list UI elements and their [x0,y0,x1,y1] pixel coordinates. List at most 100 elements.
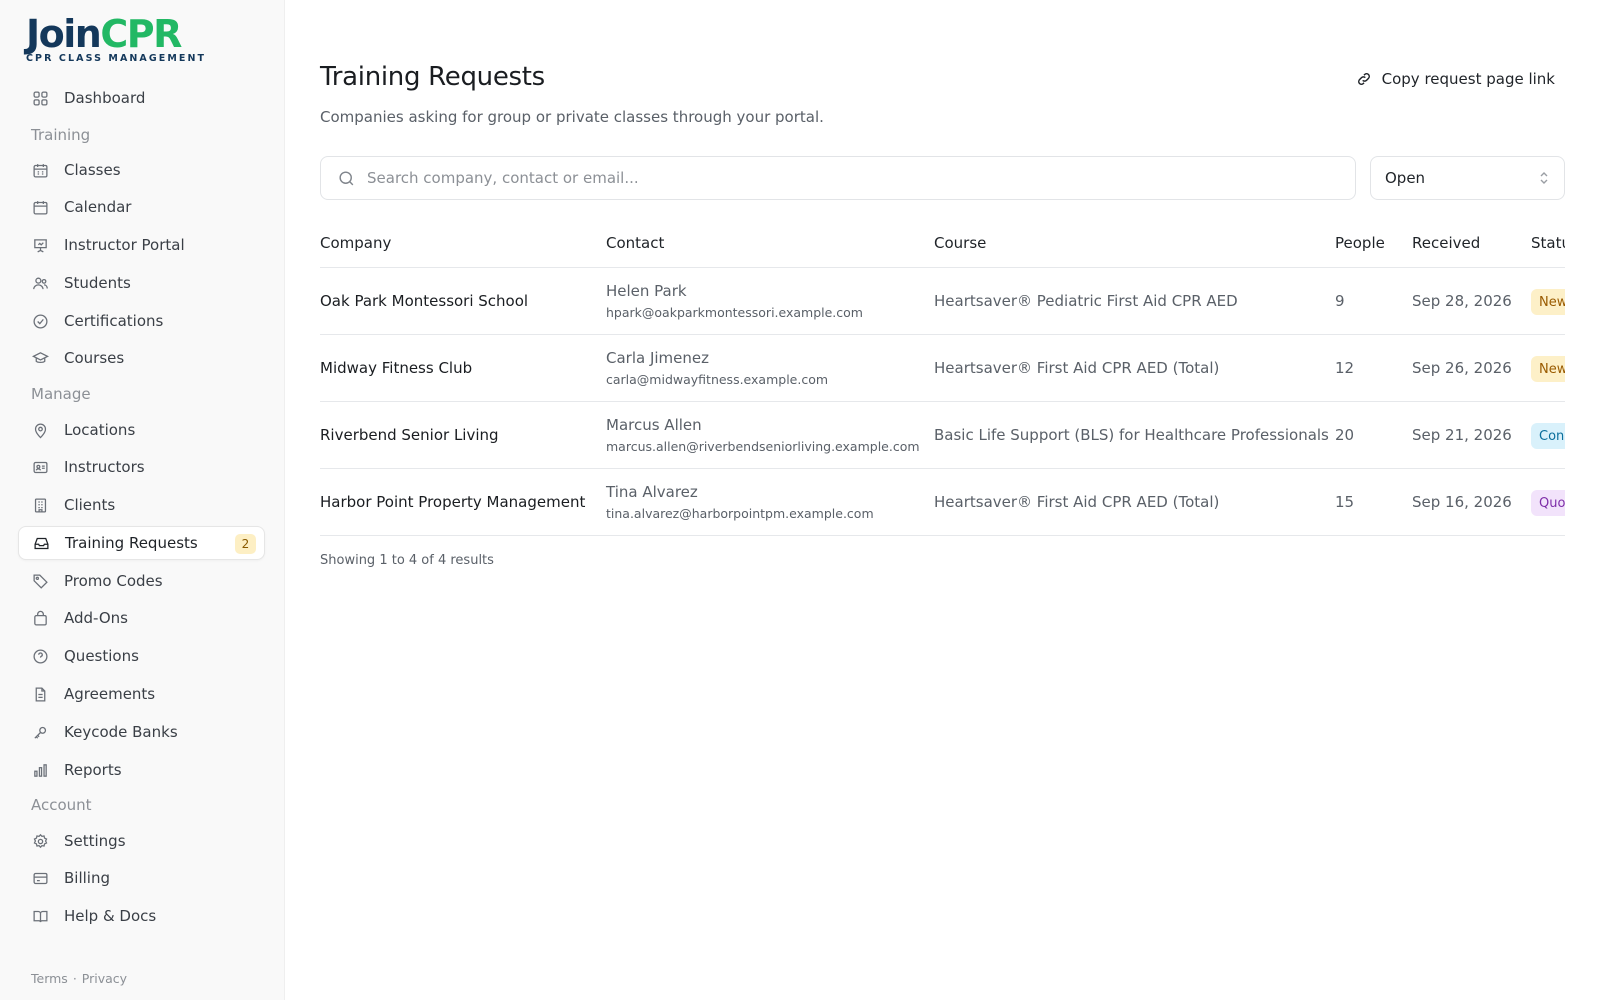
graduation-cap-icon [31,349,49,367]
contact-email: carla@midwayfitness.example.com [606,372,829,387]
course-name: Heartsaver® First Aid CPR AED (Total) [934,493,1220,511]
column-header-received[interactable]: Received [1412,234,1480,252]
calendar-icon [31,198,49,216]
company-name: Harbor Point Property Management [320,493,586,511]
credit-card-icon [31,869,49,887]
shopping-bag-icon [31,609,49,627]
key-icon [31,723,49,741]
map-pin-icon [31,421,49,439]
sidebar-item-label: Dashboard [64,89,146,107]
contact-name: Carla Jimenez [606,349,710,367]
table-row[interactable]: Midway Fitness Club Carla Jimenez carla@… [320,335,1565,402]
sidebar-item-help-docs[interactable]: Help & Docs [18,899,265,933]
contact-name: Tina Alvarez [606,483,698,501]
sidebar-item-instructor-portal[interactable]: Instructor Portal [18,228,265,262]
sidebar-item-label: Agreements [64,685,156,703]
sidebar-item-settings[interactable]: Settings [18,824,265,858]
people-count: 9 [1335,292,1345,310]
sidebar-item-training-requests[interactable]: Training Requests 2 [18,526,265,560]
sidebar-item-dashboard[interactable]: Dashboard [18,81,265,115]
company-name: Midway Fitness Club [320,359,473,377]
logo[interactable]: JoinCPR CPR CLASS MANAGEMENT [26,12,216,64]
link-icon [1357,73,1370,85]
privacy-link[interactable]: Privacy [82,971,127,986]
table-row[interactable]: Harbor Point Property Management Tina Al… [320,469,1565,536]
sidebar-item-courses[interactable]: Courses [18,341,265,375]
sidebar-item-keycode-banks[interactable]: Keycode Banks [18,715,265,749]
sidebar-item-label: Classes [64,161,121,179]
sidebar-item-promo-codes[interactable]: Promo Codes [18,564,265,598]
sidebar-item-add-ons[interactable]: Add-Ons [18,601,265,635]
page-title: Training Requests [320,62,545,92]
separator: · [72,971,77,986]
file-icon [31,685,49,703]
presentation-icon [31,236,49,254]
sidebar-item-label: Add-Ons [64,609,128,627]
people-count: 12 [1335,359,1355,377]
status-badge: Con [1531,423,1565,449]
sidebar-item-students[interactable]: Students [18,266,265,300]
book-icon [31,907,49,925]
table-row[interactable]: Riverbend Senior Living Marcus Allen mar… [320,402,1565,469]
sidebar-item-label: Certifications [64,312,164,330]
sidebar-item-label: Billing [64,869,110,887]
sidebar-item-label: Reports [64,761,122,779]
sidebar-item-questions[interactable]: Questions [18,639,265,673]
column-header-people[interactable]: People [1335,234,1385,252]
status-filter-select[interactable]: Open [1370,156,1565,200]
status-badge: New [1531,289,1565,315]
check-circle-icon [31,312,49,330]
course-name: Heartsaver® Pediatric First Aid CPR AED [934,292,1238,310]
sidebar-item-label: Instructor Portal [64,236,185,254]
people-count: 20 [1335,426,1355,444]
received-date: Sep 26, 2026 [1412,359,1512,377]
sidebar-item-label: Clients [64,496,116,514]
sidebar-item-reports[interactable]: Reports [18,753,265,787]
contact-name: Marcus Allen [606,416,702,434]
results-summary: Showing 1 to 4 of 4 results [320,553,494,568]
sidebar-item-billing[interactable]: Billing [18,861,265,895]
contact-email: tina.alvarez@harborpointpm.example.com [606,506,874,521]
sidebar-item-calendar[interactable]: Calendar [18,190,265,224]
sidebar-item-agreements[interactable]: Agreements [18,677,265,711]
sidebar-item-label: Locations [64,421,136,439]
bar-chart-icon [31,761,49,779]
sidebar-item-instructors[interactable]: Instructors [18,450,265,484]
sidebar-item-label: Help & Docs [64,907,157,925]
people-count: 15 [1335,493,1355,511]
sidebar-section-manage: Manage [31,385,91,403]
sidebar-item-locations[interactable]: Locations [18,413,265,447]
search-icon [339,170,354,185]
sidebar-item-label: Questions [64,647,139,665]
help-circle-icon [31,647,49,665]
status-badge: New [1531,356,1565,382]
sidebar-item-clients[interactable]: Clients [18,488,265,522]
count-badge: 2 [235,534,256,554]
copy-request-link-button[interactable]: Copy request page link [1356,70,1555,88]
column-header-course[interactable]: Course [934,234,986,252]
sidebar-item-label: Instructors [64,458,145,476]
sidebar-item-certifications[interactable]: Certifications [18,304,265,338]
company-name: Riverbend Senior Living [320,426,499,444]
sidebar-item-label: Promo Codes [64,572,163,590]
table-row[interactable]: Oak Park Montessori School Helen Park hp… [320,268,1565,335]
page-subtitle: Companies asking for group or private cl… [320,108,824,126]
chevron-up-down-icon [1540,172,1548,184]
logo-wordmark: JoinCPR [26,12,182,56]
column-header-status[interactable]: Status [1531,234,1565,252]
users-icon [31,274,49,292]
terms-link[interactable]: Terms [31,971,68,986]
sidebar-footer: Terms · Privacy [31,971,127,986]
building-icon [31,496,49,514]
column-header-contact[interactable]: Contact [606,234,664,252]
column-header-company[interactable]: Company [320,234,391,252]
search-input[interactable] [367,169,1267,187]
id-card-icon [31,458,49,476]
calendar-grid-icon [31,161,49,179]
tag-icon [31,572,49,590]
search-box [320,156,1356,200]
sidebar-item-label: Keycode Banks [64,723,178,741]
gear-icon [31,832,49,850]
sidebar-item-classes[interactable]: Classes [18,153,265,187]
sidebar-section-training: Training [31,126,91,144]
